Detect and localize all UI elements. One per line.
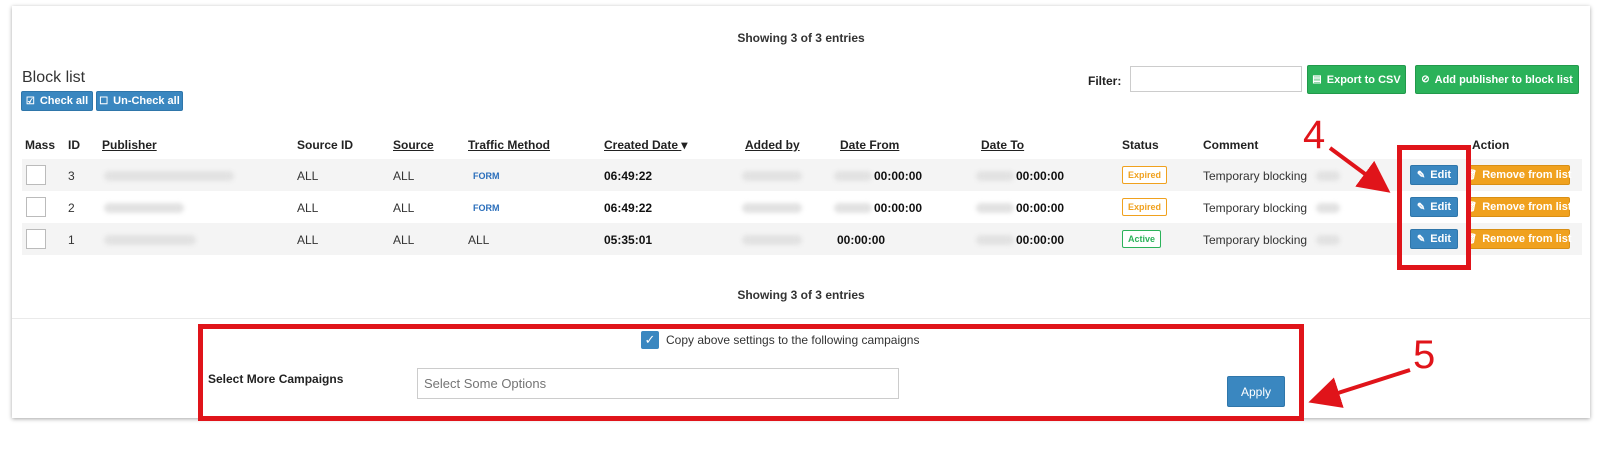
- callout-number-4: 4: [1303, 113, 1326, 157]
- publisher-redacted: [104, 171, 234, 181]
- row-source-id: ALL: [297, 233, 319, 247]
- callout-number-5: 5: [1413, 333, 1436, 377]
- col-traffic-method[interactable]: Traffic Method: [468, 138, 550, 152]
- row-date-to: 00:00:00: [1016, 201, 1065, 215]
- annotation-box-4: [1397, 145, 1471, 270]
- export-csv-button[interactable]: ▤ Export to CSV: [1307, 65, 1406, 94]
- annotation-box-5: [198, 324, 1304, 421]
- date-from-redacted: [834, 203, 872, 213]
- row-source: ALL: [393, 233, 415, 247]
- status-badge: Expired: [1122, 166, 1168, 184]
- table-row: 1 ALL ALL ALL 05:35:01 00:00:00 00:00:00…: [22, 223, 1582, 255]
- table-row: 2 ALL ALL FORM 06:49:22 00:00:00 00:00:0…: [22, 191, 1582, 223]
- table-row: 3 ALL ALL FORM 06:49:22 00:00:00 00:00:0…: [22, 159, 1582, 191]
- date-to-redacted: [976, 171, 1014, 181]
- row-created-date: 06:49:22: [604, 169, 653, 183]
- comment-redacted: [1316, 171, 1340, 181]
- sort-desc-icon: ▾: [681, 138, 688, 152]
- col-status: Status: [1122, 138, 1159, 152]
- remove-from-list-button[interactable]: 🗑 Remove from list: [1465, 197, 1571, 217]
- ban-icon: ⊘: [1421, 74, 1430, 85]
- col-action: Action: [1472, 138, 1510, 152]
- col-added-by[interactable]: Added by: [745, 138, 800, 152]
- col-publisher[interactable]: Publisher: [102, 138, 157, 152]
- remove-from-list-button[interactable]: 🗑 Remove from list: [1465, 229, 1571, 249]
- row-traffic-method: ALL: [468, 233, 490, 247]
- col-comment: Comment: [1203, 138, 1259, 152]
- file-excel-icon: ▤: [1312, 74, 1322, 85]
- col-date-to[interactable]: Date To: [981, 138, 1024, 152]
- uncheck-all-button[interactable]: ☐ Un-Check all: [96, 91, 183, 111]
- row-traffic-method: FORM: [473, 203, 500, 213]
- row-date-from: 00:00:00: [837, 233, 886, 247]
- col-date-from[interactable]: Date From: [840, 138, 899, 152]
- row-checkbox[interactable]: [26, 165, 46, 185]
- comment-redacted: [1316, 203, 1340, 213]
- added-by-redacted: [742, 203, 802, 213]
- added-by-redacted: [742, 235, 802, 245]
- col-created-date[interactable]: Created Date ▾: [604, 138, 687, 152]
- row-source: ALL: [393, 169, 415, 183]
- row-date-to: 00:00:00: [1016, 233, 1065, 247]
- status-badge: Active: [1122, 230, 1162, 248]
- row-comment: Temporary blocking: [1203, 233, 1308, 247]
- date-to-redacted: [976, 203, 1014, 213]
- add-publisher-button[interactable]: ⊘ Add publisher to block list: [1415, 65, 1579, 94]
- row-created-date: 06:49:22: [604, 201, 653, 215]
- row-comment: Temporary blocking: [1203, 169, 1308, 183]
- date-from-redacted: [834, 171, 872, 181]
- row-checkbox[interactable]: [26, 197, 46, 217]
- date-to-redacted: [976, 235, 1014, 245]
- filter-input[interactable]: [1130, 66, 1302, 92]
- col-mass: Mass: [25, 138, 56, 152]
- row-id: 2: [68, 201, 75, 215]
- status-badge: Expired: [1122, 198, 1168, 216]
- divider: [12, 318, 1590, 319]
- row-checkbox[interactable]: [26, 229, 46, 249]
- row-id: 3: [68, 169, 75, 183]
- check-square-icon: ☑: [25, 95, 35, 107]
- col-source[interactable]: Source: [393, 138, 434, 152]
- publisher-redacted: [104, 203, 184, 213]
- remove-from-list-button[interactable]: 🗑 Remove from list: [1465, 165, 1571, 185]
- showing-entries-bottom: Showing 3 of 3 entries: [737, 288, 865, 302]
- row-source-id: ALL: [297, 169, 319, 183]
- row-id: 1: [68, 233, 75, 247]
- showing-entries-top: Showing 3 of 3 entries: [737, 31, 865, 45]
- added-by-redacted: [742, 171, 802, 181]
- row-date-from: 00:00:00: [874, 169, 923, 183]
- row-traffic-method: FORM: [473, 171, 500, 181]
- comment-redacted: [1316, 235, 1340, 245]
- filter-label: Filter:: [1088, 74, 1122, 88]
- page-title: Block list: [22, 69, 86, 86]
- publisher-redacted: [104, 235, 196, 245]
- col-source-id: Source ID: [297, 138, 354, 152]
- row-source-id: ALL: [297, 201, 319, 215]
- row-created-date: 05:35:01: [604, 233, 653, 247]
- row-date-from: 00:00:00: [874, 201, 923, 215]
- row-date-to: 00:00:00: [1016, 169, 1065, 183]
- square-icon: ☐: [99, 95, 109, 107]
- col-created-date-label: Created Date: [604, 138, 679, 152]
- row-comment: Temporary blocking: [1203, 201, 1308, 215]
- row-source: ALL: [393, 201, 415, 215]
- col-id: ID: [68, 138, 80, 152]
- check-all-button[interactable]: ☑ Check all: [21, 91, 93, 111]
